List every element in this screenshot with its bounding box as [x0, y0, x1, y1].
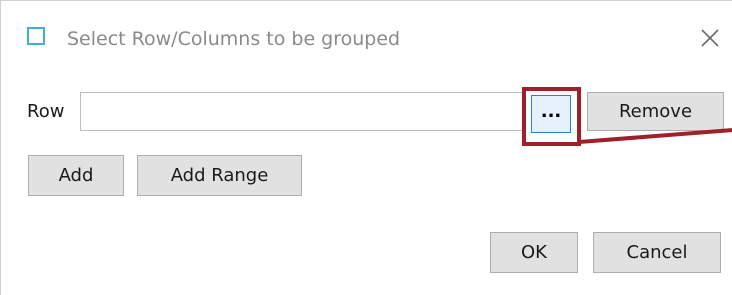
row-label: Row	[27, 101, 65, 122]
select-row-columns-dialog: Select Row/Columns to be grouped Row Rem…	[0, 0, 732, 295]
row-input[interactable]	[80, 92, 525, 131]
cancel-button[interactable]: Cancel	[593, 232, 721, 273]
highlight-box	[522, 87, 581, 146]
close-icon	[701, 29, 719, 47]
add-range-button[interactable]: Add Range	[137, 155, 302, 196]
app-window-icon	[27, 27, 45, 45]
close-button[interactable]	[696, 24, 724, 52]
highlight-connector-line	[579, 128, 732, 144]
ok-button[interactable]: OK	[490, 232, 578, 273]
add-button[interactable]: Add	[28, 155, 124, 196]
dialog-title: Select Row/Columns to be grouped	[67, 28, 401, 50]
